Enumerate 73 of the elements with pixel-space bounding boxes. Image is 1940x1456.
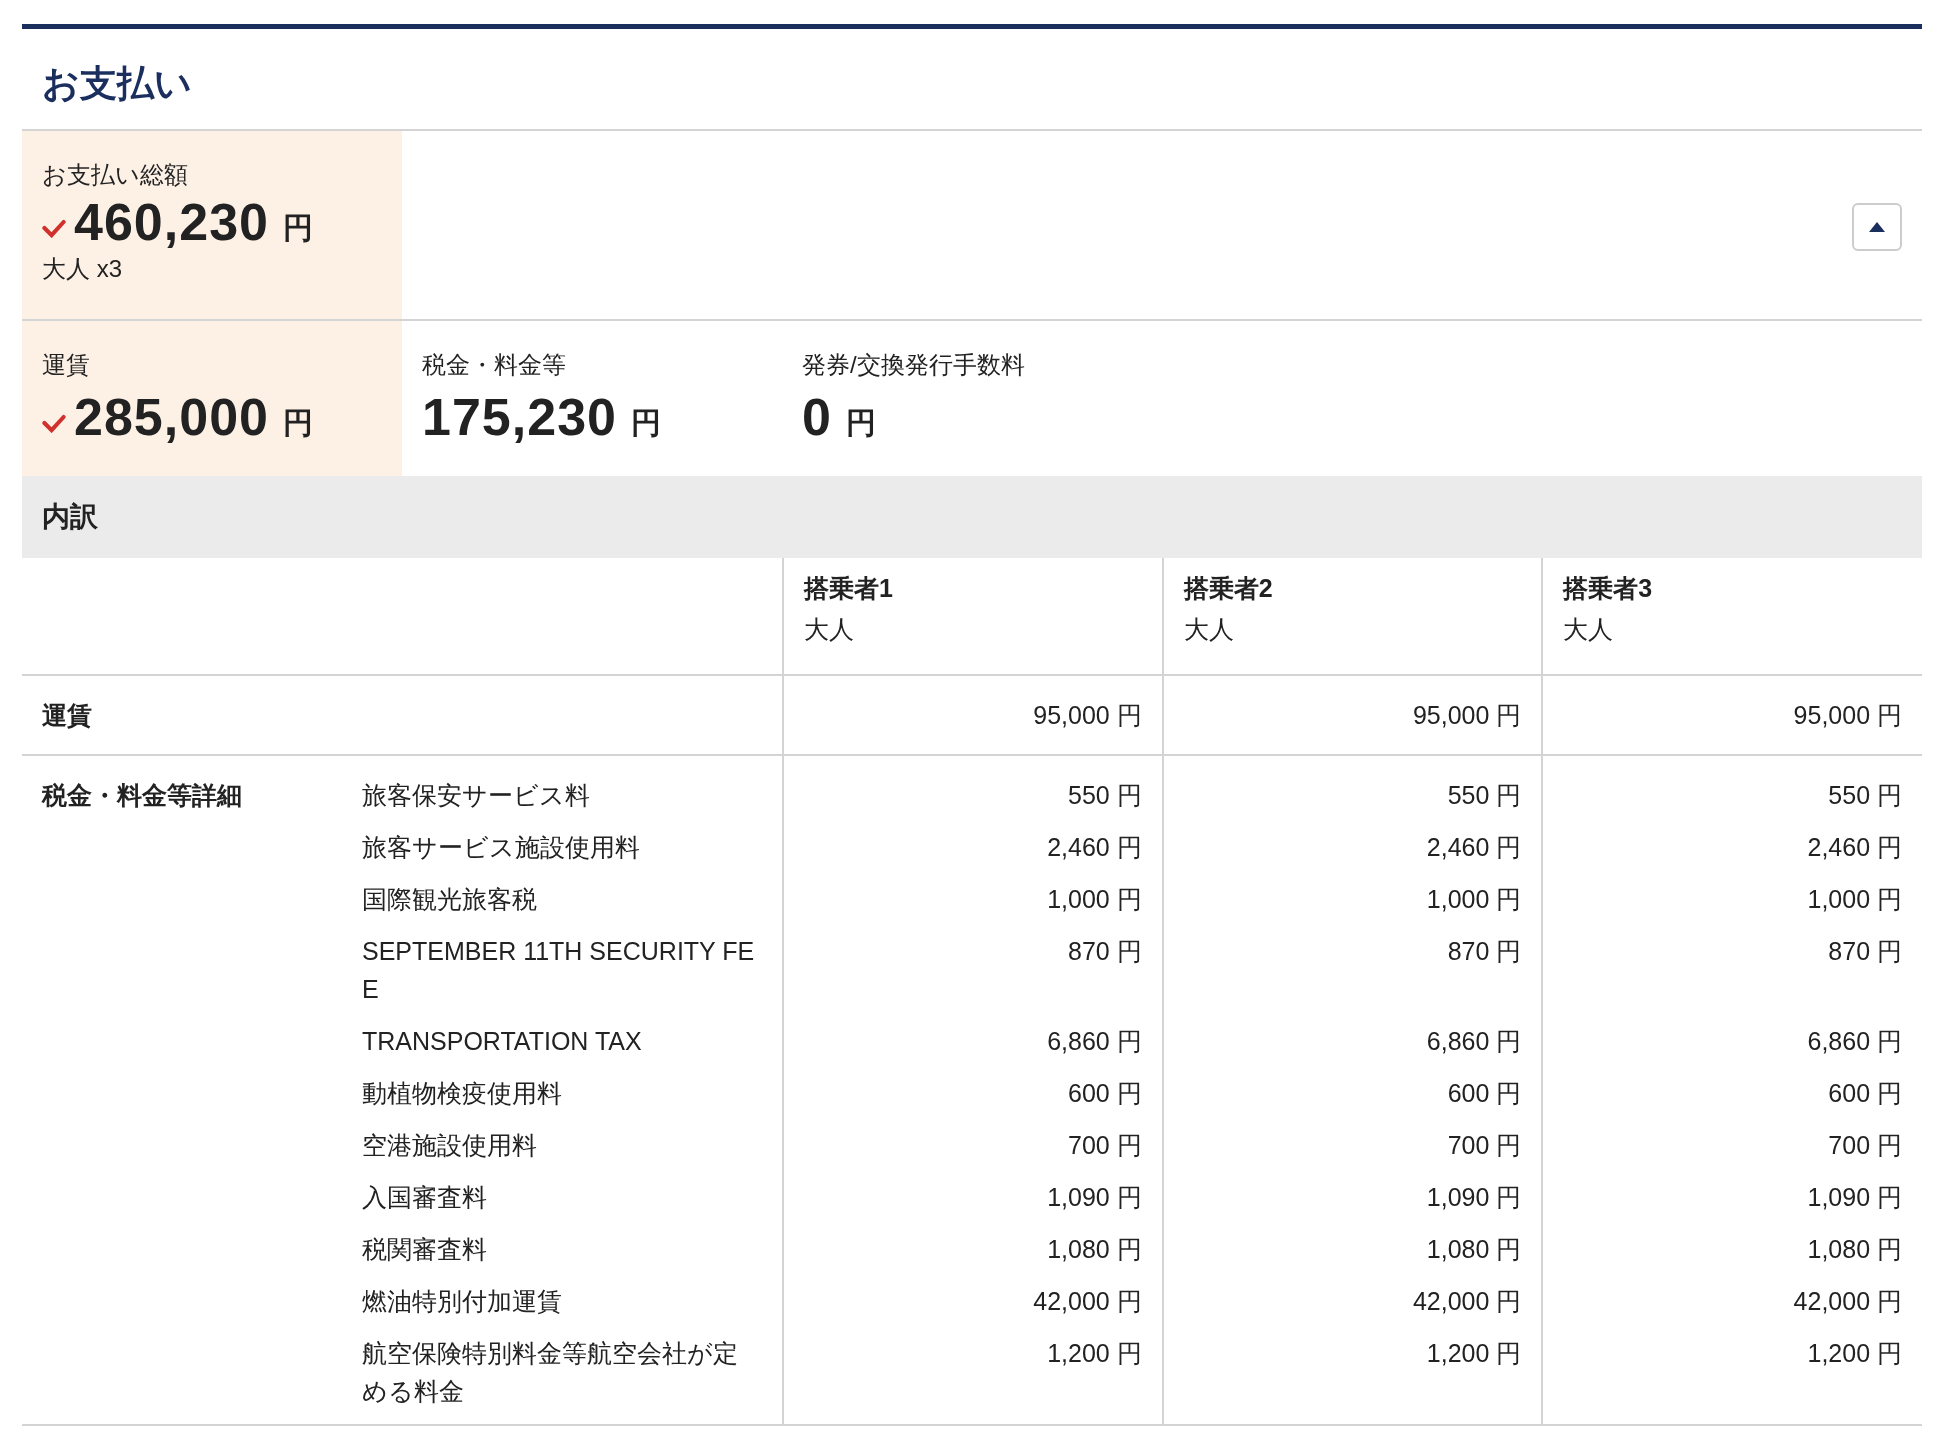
table-cell: 6,860 円 [1047, 1027, 1142, 1055]
tax-name: 動植物検疫使用料 [362, 1079, 562, 1107]
currency-label: 円 [630, 404, 661, 441]
currency-label: 円 [282, 209, 313, 246]
tax-name: SEPTEMBER 11TH SECURITY FEE [362, 937, 755, 1003]
passenger-name: 搭乗者2 [1183, 573, 1274, 604]
table-cell: 550 円 [1068, 781, 1142, 809]
table-cell: 2,460 円 [1047, 833, 1142, 861]
passenger-type: 大人 [804, 614, 855, 645]
table-cell: 600 円 [1447, 1079, 1522, 1107]
tax-name: 税関審査料 [362, 1235, 487, 1263]
total-label: お支払い総額 [42, 160, 189, 190]
table-cell: 1,080 円 [1807, 1235, 1902, 1263]
table-cell: 42,000 円 [1412, 1287, 1522, 1315]
table-cell: 600 円 [1068, 1079, 1142, 1107]
table-cell: 1,000 円 [1807, 885, 1902, 913]
passenger-count: 大人 x3 [42, 254, 123, 284]
table-cell: 2,460 円 [1426, 833, 1522, 861]
table-cell: 700 円 [1828, 1131, 1902, 1159]
fee-label: 税金・料金等 [422, 350, 567, 380]
table-cell: 700 円 [1447, 1131, 1522, 1159]
fee-label: 運賃 [42, 350, 91, 380]
table-cell: 870 円 [1447, 937, 1522, 965]
tax-name: 国際観光旅客税 [362, 885, 537, 913]
tax-name: 空港施設使用料 [362, 1131, 537, 1159]
passenger-type: 大人 [1183, 614, 1235, 645]
tax-name: TRANSPORTATION TAX [362, 1027, 642, 1055]
currency-label: 円 [845, 404, 876, 441]
tax-name: 入国審査料 [362, 1183, 487, 1211]
table-cell: 95,000 円 [1793, 700, 1902, 729]
section-title: 内訳 [42, 500, 98, 534]
table-cell: 42,000 円 [1033, 1287, 1142, 1315]
check-icon [42, 413, 66, 433]
fee-label: 発券/交換発行手数料 [802, 350, 1026, 380]
fee-amount: 175,230 [422, 387, 617, 447]
table-cell: 700 円 [1068, 1131, 1142, 1159]
tax-name: 燃油特別付加運賃 [362, 1287, 562, 1315]
table-cell: 870 円 [1068, 937, 1142, 965]
fee-amount: 0 [802, 387, 832, 447]
table-cell: 1,080 円 [1047, 1235, 1142, 1263]
table-cell: 1,200 円 [1807, 1339, 1902, 1367]
passenger-name: 搭乗者1 [804, 573, 894, 604]
tax-name: 旅客保安サービス料 [362, 781, 590, 809]
total-amount: 460,230 [74, 192, 269, 252]
currency-label: 円 [282, 404, 313, 441]
table-cell: 95,000 円 [1412, 700, 1522, 729]
table-cell: 1,000 円 [1047, 885, 1142, 913]
table-cell: 6,860 円 [1807, 1027, 1902, 1055]
fee-amount: 285,000 [74, 387, 269, 447]
row-label: 運賃 [42, 700, 92, 729]
table-cell: 1,200 円 [1047, 1339, 1142, 1367]
table-cell: 1,080 円 [1426, 1235, 1522, 1263]
row-label: 税金・料金等詳細 [42, 781, 242, 809]
tax-name: 旅客サービス施設使用料 [362, 833, 640, 861]
table-cell: 550 円 [1828, 781, 1902, 809]
table-cell: 95,000 円 [1033, 700, 1142, 729]
table-cell: 600 円 [1828, 1079, 1902, 1107]
table-cell: 1,090 円 [1426, 1183, 1522, 1211]
passenger-name: 搭乗者3 [1563, 573, 1654, 604]
table-cell: 1,000 円 [1426, 885, 1522, 913]
table-cell: 1,090 円 [1807, 1183, 1902, 1211]
table-cell: 6,860 円 [1426, 1027, 1522, 1055]
table-cell: 42,000 円 [1793, 1287, 1902, 1315]
tax-name: 航空保険特別料金等航空会社が定める料金 [362, 1339, 738, 1405]
table-cell: 1,090 円 [1047, 1183, 1142, 1211]
table-cell: 1,200 円 [1426, 1339, 1522, 1367]
table-cell: 2,460 円 [1807, 833, 1902, 861]
caret-icon [1869, 222, 1885, 232]
check-icon [42, 218, 66, 238]
table-cell: 550 円 [1447, 781, 1522, 809]
collapse-button[interactable] [1852, 203, 1902, 251]
passenger-type: 大人 [1563, 614, 1615, 645]
table-cell: 870 円 [1828, 937, 1902, 965]
